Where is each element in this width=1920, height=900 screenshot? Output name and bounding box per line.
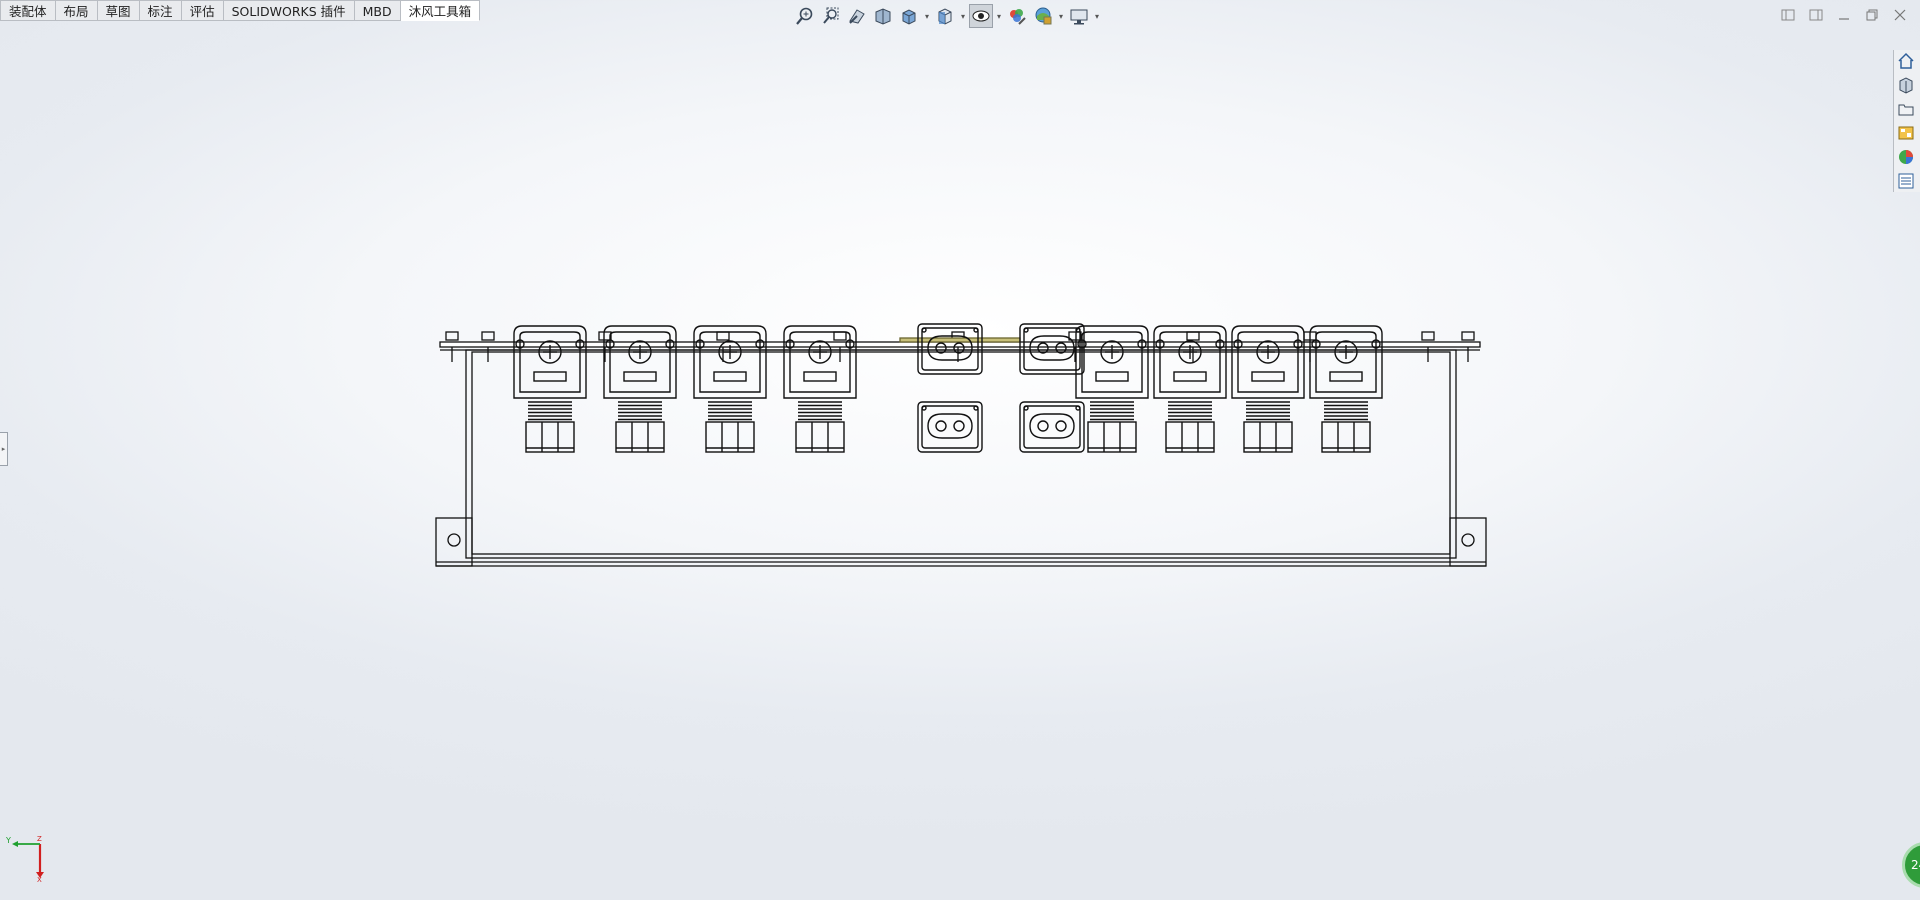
tab-layout[interactable]: 布局 bbox=[55, 0, 98, 21]
display-style-dropdown-icon[interactable]: ▾ bbox=[959, 12, 967, 21]
previous-view-icon[interactable] bbox=[845, 4, 869, 28]
file-explorer-icon[interactable] bbox=[1894, 98, 1918, 120]
apply-scene-dropdown-icon[interactable]: ▾ bbox=[1057, 12, 1065, 21]
small-connector bbox=[917, 323, 983, 375]
custom-properties-icon[interactable] bbox=[1894, 170, 1918, 192]
view-palette-icon[interactable] bbox=[1894, 122, 1918, 144]
command-manager-tabs: 装配体 布局 草图 标注 评估 SOLIDWORKS 插件 MBD 沐风工具箱 bbox=[0, 0, 481, 22]
display-style-icon[interactable] bbox=[933, 4, 957, 28]
triad-x-label: X bbox=[37, 876, 42, 882]
tab-mbd[interactable]: MBD bbox=[354, 0, 401, 21]
view-orientation-icon[interactable] bbox=[897, 4, 921, 28]
hide-show-items-icon[interactable] bbox=[969, 4, 993, 28]
view-settings-icon[interactable] bbox=[1067, 4, 1091, 28]
hide-show-dropdown-icon[interactable]: ▾ bbox=[995, 12, 1003, 21]
view-settings-dropdown-icon[interactable]: ▾ bbox=[1093, 12, 1101, 21]
edit-appearance-icon[interactable] bbox=[1005, 4, 1029, 28]
assembly-model-front-view[interactable] bbox=[430, 322, 1490, 572]
tab-sketch[interactable]: 草图 bbox=[97, 0, 140, 21]
heads-up-view-toolbar: ▾ ▾ ▾ ▾ ▾ bbox=[793, 3, 1101, 29]
apply-scene-icon[interactable] bbox=[1031, 4, 1055, 28]
home-icon[interactable] bbox=[1894, 50, 1918, 72]
task-pane-tabs bbox=[1893, 50, 1920, 192]
zoom-to-fit-icon[interactable] bbox=[793, 4, 817, 28]
feature-manager-toggle-handle[interactable]: ▸ bbox=[0, 432, 8, 466]
small-connector bbox=[1019, 401, 1085, 453]
document-window-controls bbox=[1778, 5, 1910, 25]
appearances-icon[interactable] bbox=[1894, 146, 1918, 168]
close-icon[interactable] bbox=[1890, 5, 1910, 25]
small-connector bbox=[917, 401, 983, 453]
tab-evaluate[interactable]: 评估 bbox=[181, 0, 224, 21]
zoom-to-area-icon[interactable] bbox=[819, 4, 843, 28]
status-bubble[interactable]: 24 bbox=[1902, 842, 1920, 888]
triad-z-label: Z bbox=[37, 835, 42, 843]
coordinate-triad: Y Z X bbox=[5, 835, 44, 882]
section-view-icon[interactable] bbox=[871, 4, 895, 28]
tab-assembly[interactable]: 装配体 bbox=[0, 0, 56, 21]
tile-right-icon[interactable] bbox=[1806, 5, 1826, 25]
tab-solidworks-addins[interactable]: SOLIDWORKS 插件 bbox=[223, 0, 355, 21]
tab-mufeng-toolbox[interactable]: 沐风工具箱 bbox=[400, 0, 481, 21]
tile-left-icon[interactable] bbox=[1778, 5, 1798, 25]
view-orientation-dropdown-icon[interactable]: ▾ bbox=[923, 12, 931, 21]
restore-icon[interactable] bbox=[1862, 5, 1882, 25]
tab-markup[interactable]: 标注 bbox=[139, 0, 182, 21]
triad-y-label: Y bbox=[5, 836, 11, 845]
minimize-icon[interactable] bbox=[1834, 5, 1854, 25]
design-library-icon[interactable] bbox=[1894, 74, 1918, 96]
